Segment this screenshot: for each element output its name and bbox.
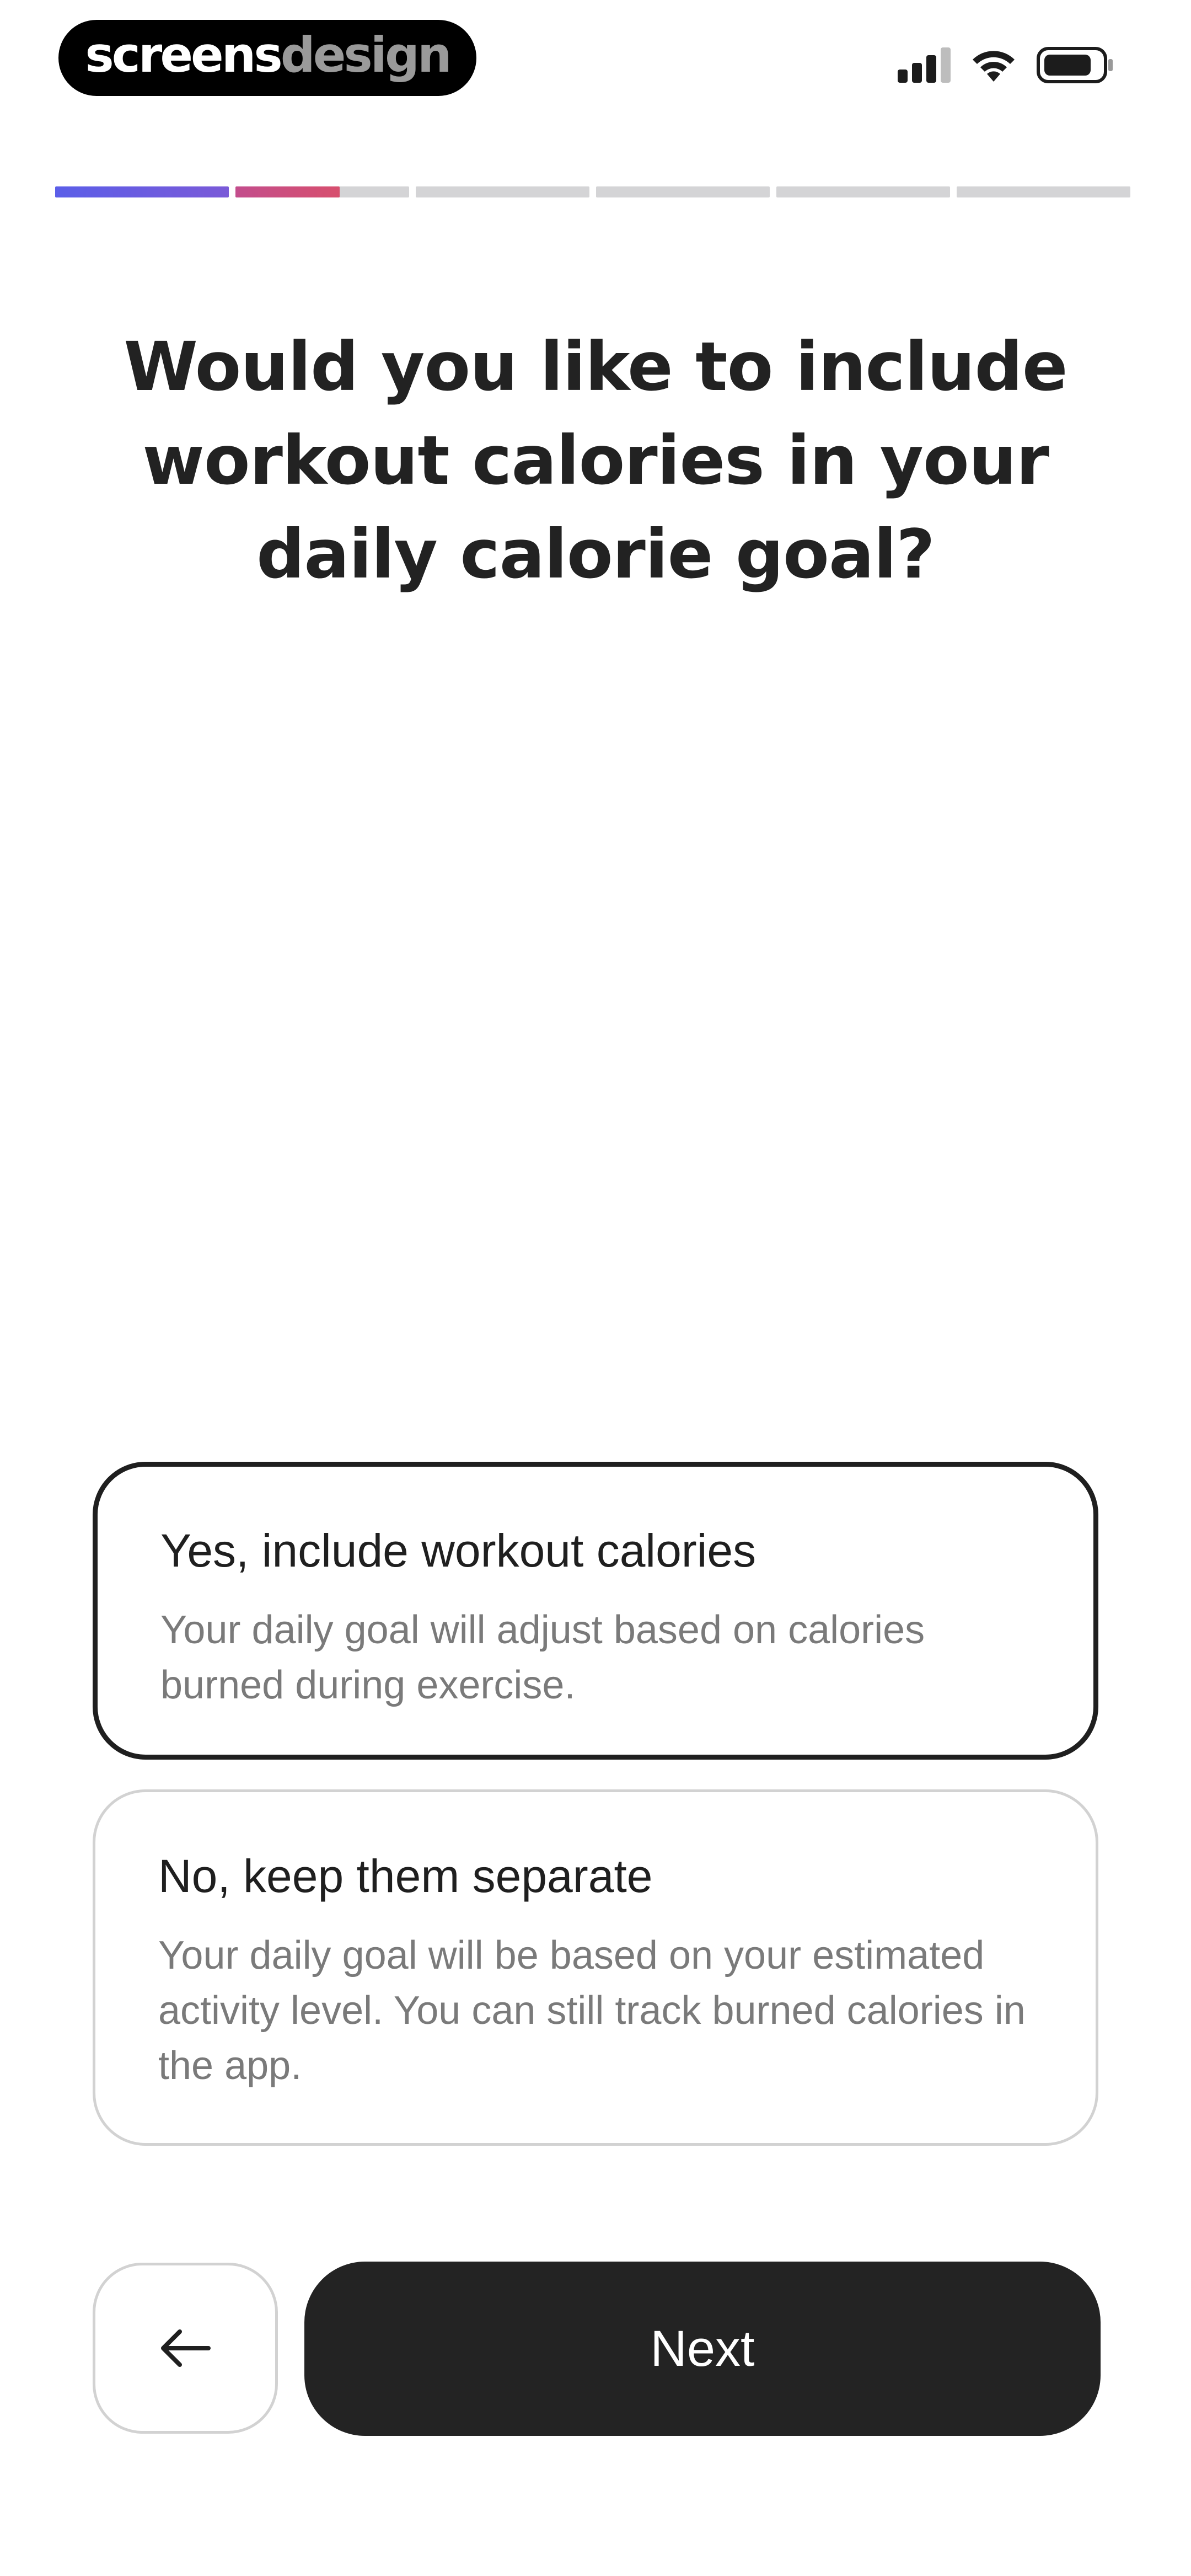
brand-wordmark-part-1: screens	[85, 26, 282, 83]
status-icons	[898, 43, 1114, 87]
back-button[interactable]	[93, 2263, 278, 2434]
option-description: Your daily goal will be based on your es…	[158, 1933, 1026, 2088]
progress-bar	[55, 186, 1130, 197]
option-title: No, keep them separate	[158, 1850, 653, 1902]
progress-segment-fill	[235, 186, 340, 197]
option-title: Yes, include workout calories	[160, 1525, 757, 1576]
question-title: Would you like to include workout calori…	[124, 328, 1067, 594]
progress-segment	[416, 186, 589, 197]
wifi-icon	[973, 51, 1015, 82]
brand-logo: screensdesign	[58, 20, 476, 96]
battery-icon	[1037, 47, 1113, 83]
progress-segment	[596, 186, 770, 197]
next-button[interactable]: Next	[304, 2262, 1101, 2436]
next-button-label: Next	[650, 2321, 755, 2377]
progress-segment	[235, 186, 409, 197]
brand-wordmark: screensdesign	[85, 31, 452, 79]
option-include-workout-calories[interactable]: Yes, include workout calories Your daily…	[93, 1462, 1098, 1760]
arrow-left-icon	[161, 2329, 211, 2367]
signal-icon	[898, 47, 951, 83]
option-keep-separate[interactable]: No, keep them separate Your daily goal w…	[93, 1789, 1098, 2146]
progress-segment	[957, 186, 1130, 197]
progress-segment-fill	[55, 186, 229, 197]
progress-segment	[776, 186, 950, 197]
brand-wordmark-part-2: design	[280, 26, 452, 83]
progress-segment	[55, 186, 229, 197]
option-description: Your daily goal will adjust based on cal…	[160, 1608, 925, 1707]
